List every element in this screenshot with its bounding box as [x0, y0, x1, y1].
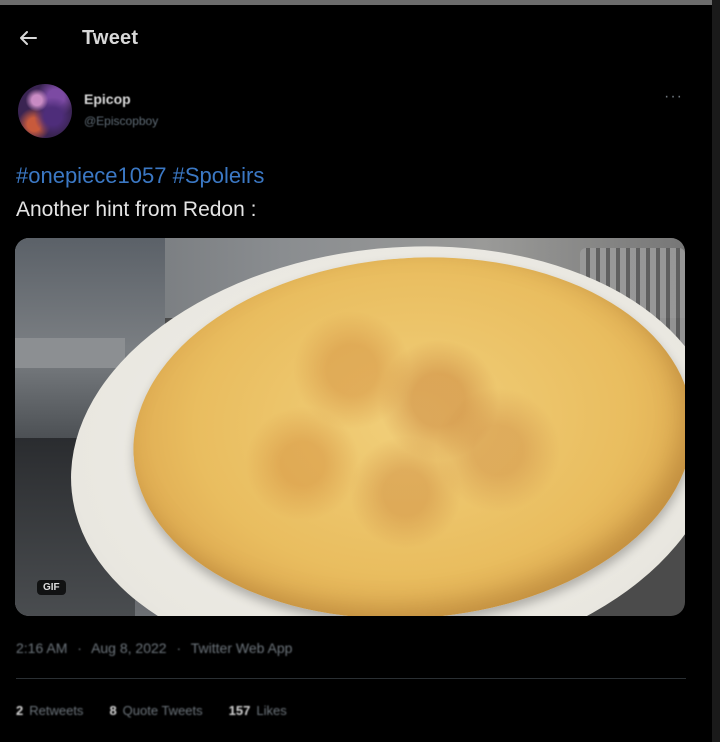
right-border — [712, 0, 720, 742]
retweets-label: Retweets — [29, 703, 84, 718]
hashtag-link[interactable]: #Spoleirs — [173, 163, 265, 188]
likes-stat[interactable]: 157 Likes — [229, 703, 287, 718]
retweets-stat[interactable]: 2 Retweets — [16, 703, 83, 718]
media-shelf — [15, 338, 125, 368]
author-handle[interactable]: @Episcopboy — [84, 114, 158, 128]
quote-tweets-count: 8 — [109, 703, 117, 718]
tweet-timestamp: 2:16 AM · Aug 8, 2022 · Twitter Web App — [16, 640, 292, 656]
avatar[interactable] — [18, 84, 72, 138]
retweets-count: 2 — [16, 703, 24, 718]
engagement-stats: 2 Retweets 8 Quote Tweets 157 Likes — [16, 703, 287, 718]
separator: · — [176, 640, 182, 656]
separator: · — [77, 640, 82, 656]
page-title: Tweet — [82, 27, 139, 49]
tweet-screen: Tweet Epicop @Episcopboy ··· #onepiece10… — [0, 0, 720, 742]
more-horizontal-icon: ··· — [664, 88, 683, 105]
tweet-date[interactable]: Aug 8, 2022 — [91, 640, 167, 656]
tweet-time[interactable]: 2:16 AM — [16, 640, 67, 656]
hashtag-line: #onepiece1057 #Spoleirs — [16, 163, 264, 189]
divider — [16, 678, 686, 679]
back-button[interactable] — [16, 26, 40, 50]
likes-count: 157 — [228, 703, 251, 718]
tweet-source[interactable]: Twitter Web App — [191, 640, 293, 656]
arrow-left-icon — [20, 31, 37, 45]
gif-badge: GIF — [37, 580, 66, 595]
more-options-button[interactable]: ··· — [664, 88, 683, 106]
author-display-name[interactable]: Epicop — [84, 91, 131, 107]
likes-label: Likes — [256, 703, 287, 718]
quote-tweets-stat[interactable]: 8 Quote Tweets — [109, 703, 202, 718]
top-border — [0, 0, 720, 5]
hashtag-link[interactable]: #onepiece1057 — [16, 163, 166, 188]
quote-tweets-label: Quote Tweets — [122, 703, 203, 718]
tweet-text: Another hint from Redon : — [16, 198, 257, 221]
tweet-media-gif[interactable]: GIF — [15, 238, 685, 616]
